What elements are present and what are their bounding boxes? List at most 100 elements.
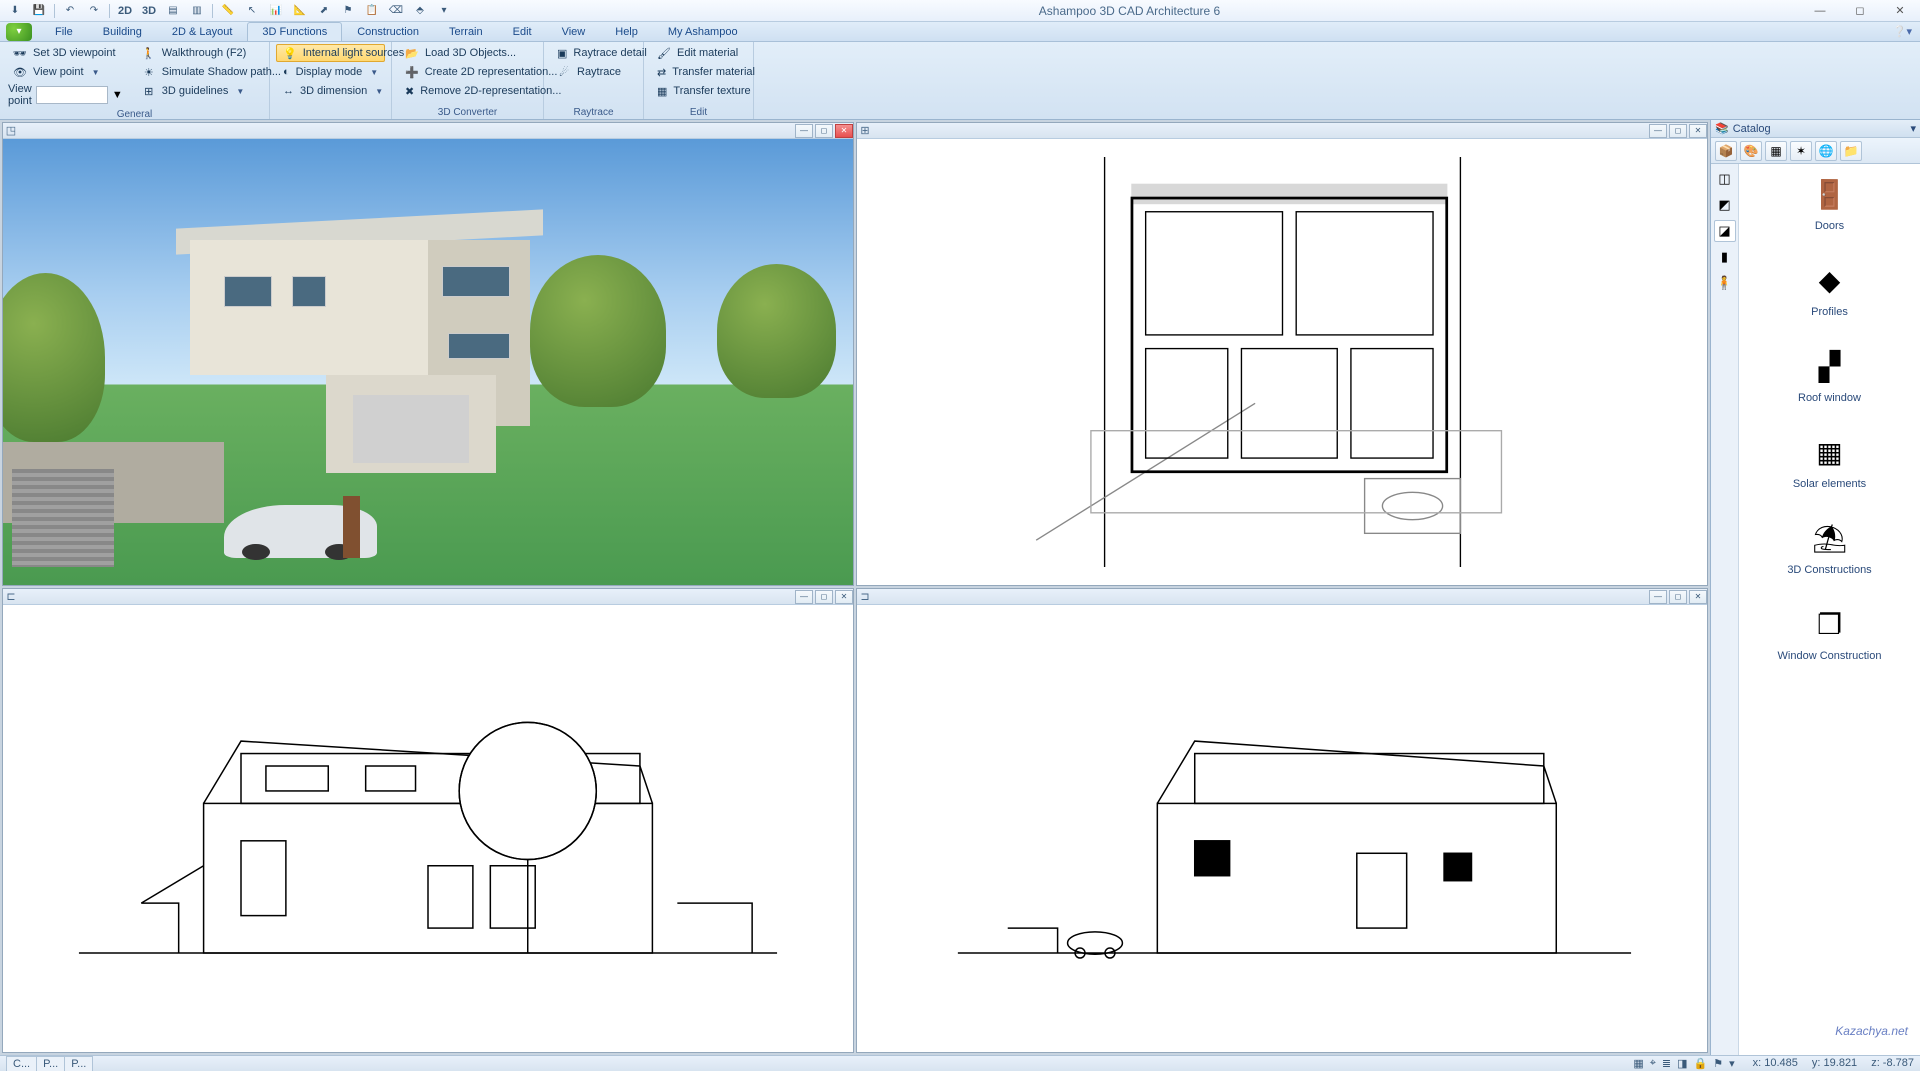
catalog-item-profiles[interactable]: ◆Profiles bbox=[1807, 260, 1853, 318]
chart-icon[interactable]: 📊 bbox=[265, 2, 287, 20]
pane-maximize-button[interactable]: ◻ bbox=[1669, 124, 1687, 138]
view3d-icon: ◳ bbox=[3, 124, 19, 137]
cat-tab-symbol-icon[interactable]: ✶ bbox=[1790, 141, 1812, 161]
help-icon[interactable]: ❔▾ bbox=[1893, 25, 1912, 38]
cat-tab-globe-icon[interactable]: 🌐 bbox=[1815, 141, 1837, 161]
cat-side-4-icon[interactable]: ▮ bbox=[1714, 246, 1736, 268]
simulate-shadow-button[interactable]: ☀Simulate Shadow path... bbox=[135, 63, 288, 81]
flag-icon[interactable]: ⚑ bbox=[337, 2, 359, 20]
catalog-item-window-construction[interactable]: ❐Window Construction bbox=[1778, 604, 1882, 662]
pane-close-button[interactable]: ✕ bbox=[1689, 124, 1707, 138]
menu-tab-construction[interactable]: Construction bbox=[342, 22, 434, 41]
catalog-menu-icon[interactable]: ▾ bbox=[1910, 122, 1916, 135]
menu-tab-2d-layout[interactable]: 2D & Layout bbox=[157, 22, 248, 41]
cat-side-5-icon[interactable]: 🧍 bbox=[1714, 272, 1736, 294]
pane-minimize-button[interactable]: — bbox=[1649, 590, 1667, 604]
walkthrough-button[interactable]: 🚶Walkthrough (F2) bbox=[135, 44, 288, 62]
viewpoint-dropdown[interactable]: 👁View point▼ bbox=[6, 63, 125, 81]
view-elev-icon[interactable]: ▥ bbox=[186, 2, 208, 20]
create-2d-rep-button[interactable]: ➕Create 2D representation... bbox=[398, 63, 537, 81]
catalog-item-roof-window[interactable]: ▞Roof window bbox=[1798, 346, 1861, 404]
measure-icon[interactable]: 📐 bbox=[289, 2, 311, 20]
cat-tab-tex-icon[interactable]: ▦ bbox=[1765, 141, 1787, 161]
minimize-button[interactable]: — bbox=[1800, 0, 1840, 22]
load-3d-objects-button[interactable]: 📂Load 3D Objects... bbox=[398, 44, 537, 62]
pane-maximize-button[interactable]: ◻ bbox=[1669, 590, 1687, 604]
raydetail-icon: ▣ bbox=[557, 46, 567, 60]
3d-guidelines-dropdown[interactable]: ⊞3D guidelines▼ bbox=[135, 82, 288, 100]
raytrace-detail-button[interactable]: ▣Raytrace detail bbox=[550, 44, 637, 62]
pane-minimize-button[interactable]: — bbox=[1649, 124, 1667, 138]
pane-minimize-button[interactable]: — bbox=[795, 124, 813, 138]
redo-icon[interactable]: ↷ bbox=[83, 2, 105, 20]
select-icon[interactable]: ⬈ bbox=[313, 2, 335, 20]
pane-close-button[interactable]: ✕ bbox=[835, 590, 853, 604]
set-3d-viewpoint-button[interactable]: 🕶Set 3D viewpoint bbox=[6, 44, 125, 62]
menu-tab-terrain[interactable]: Terrain bbox=[434, 22, 498, 41]
catalog-item-3d-constructions[interactable]: ⛱3D Constructions bbox=[1787, 518, 1871, 576]
catalog-item-doors[interactable]: 🚪Doors bbox=[1807, 174, 1853, 232]
view-2d-icon[interactable]: 2D bbox=[114, 2, 136, 20]
cursor-icon[interactable]: ↖ bbox=[241, 2, 263, 20]
status-lock-icon[interactable]: 🔒 bbox=[1694, 1057, 1708, 1070]
menu-tab-building[interactable]: Building bbox=[88, 22, 157, 41]
pane-close-button[interactable]: ✕ bbox=[1689, 590, 1707, 604]
elevation-b-canvas[interactable] bbox=[857, 605, 1707, 1051]
elevation-a-canvas[interactable] bbox=[3, 605, 853, 1051]
cat-tab-box-icon[interactable]: 📦 bbox=[1715, 141, 1737, 161]
cat-side-1-icon[interactable]: ◫ bbox=[1714, 168, 1736, 190]
catalog-item-solar-elements[interactable]: ▦Solar elements bbox=[1793, 432, 1866, 490]
menu-tab-edit[interactable]: Edit bbox=[498, 22, 547, 41]
status-tab[interactable]: C... bbox=[6, 1056, 37, 1071]
maximize-button[interactable]: ◻ bbox=[1840, 0, 1880, 22]
close-button[interactable]: ✕ bbox=[1880, 0, 1920, 22]
menu-tab-file[interactable]: File bbox=[40, 22, 88, 41]
qat-more-icon[interactable]: ▾ bbox=[433, 2, 455, 20]
status-more-icon[interactable]: ▾ bbox=[1729, 1057, 1735, 1070]
status-snap-icon[interactable]: ⌖ bbox=[1650, 1057, 1656, 1070]
transfer-material-button[interactable]: ⇄Transfer material bbox=[650, 63, 747, 81]
undo-icon[interactable]: ↶ bbox=[59, 2, 81, 20]
cat-side-3-icon[interactable]: ◪ bbox=[1714, 220, 1736, 242]
ruler-icon[interactable]: 📏 bbox=[217, 2, 239, 20]
remove-2d-rep-button[interactable]: ✖Remove 2D-representation... bbox=[398, 82, 537, 100]
menu-tab-view[interactable]: View bbox=[547, 22, 601, 41]
status-flag-icon[interactable]: ⚑ bbox=[1713, 1057, 1723, 1070]
menu-tab-help[interactable]: Help bbox=[600, 22, 653, 41]
status-grid-icon[interactable]: ▦ bbox=[1633, 1057, 1643, 1070]
view-3d-icon[interactable]: 3D bbox=[138, 2, 160, 20]
viewpoint-input-dd[interactable]: ▼ bbox=[112, 89, 123, 101]
app-menu-icon[interactable]: ⬇ bbox=[4, 2, 26, 20]
catalog-list[interactable]: 🚪Doors ◆Profiles ▞Roof window ▦Solar elemen… bbox=[1739, 164, 1920, 1055]
save-icon[interactable]: 💾 bbox=[28, 2, 50, 20]
cat-tab-mats-icon[interactable]: 🎨 bbox=[1740, 141, 1762, 161]
plan-canvas[interactable] bbox=[857, 139, 1707, 585]
app-orb-button[interactable]: ▾ bbox=[6, 23, 32, 41]
view-section-icon[interactable]: ▤ bbox=[162, 2, 184, 20]
status-tab[interactable]: P... bbox=[64, 1056, 93, 1071]
pane-maximize-button[interactable]: ◻ bbox=[815, 590, 833, 604]
display-mode-dropdown[interactable]: ◐Display mode▼ bbox=[276, 63, 385, 81]
raytrace-button[interactable]: ☄Raytrace bbox=[550, 63, 637, 81]
menu-tab-my-ashampoo[interactable]: My Ashampoo bbox=[653, 22, 753, 41]
status-layers-icon[interactable]: ≣ bbox=[1662, 1057, 1671, 1070]
clipboard-icon[interactable]: 📋 bbox=[361, 2, 383, 20]
internal-light-sources-button[interactable]: 💡Internal light sources bbox=[276, 44, 385, 62]
pane-minimize-button[interactable]: — bbox=[795, 590, 813, 604]
transfer-texture-button[interactable]: ▦Transfer texture bbox=[650, 82, 747, 100]
status-tab[interactable]: P... bbox=[36, 1056, 65, 1071]
cat-tab-folder-icon[interactable]: 📁 bbox=[1840, 141, 1862, 161]
status-y: y: 19.821 bbox=[1812, 1057, 1857, 1069]
pane-maximize-button[interactable]: ◻ bbox=[815, 124, 833, 138]
menu-tab-3d-functions[interactable]: 3D Functions bbox=[247, 22, 342, 41]
status-bar: C...P...P... ▦ ⌖ ≣ ◨ 🔒 ⚑ ▾ x: 10.485 y: … bbox=[0, 1055, 1920, 1071]
eraser-icon[interactable]: ⌫ bbox=[385, 2, 407, 20]
drop-icon[interactable]: ⬘ bbox=[409, 2, 431, 20]
pane-close-button[interactable]: ✕ bbox=[835, 124, 853, 138]
cat-side-2-icon[interactable]: ◩ bbox=[1714, 194, 1736, 216]
viewpoint-input[interactable] bbox=[36, 86, 108, 104]
edit-material-button[interactable]: 🖌Edit material bbox=[650, 44, 747, 62]
status-view-icon[interactable]: ◨ bbox=[1677, 1057, 1687, 1070]
render-canvas[interactable] bbox=[3, 139, 853, 585]
3d-dimension-dropdown[interactable]: ↔3D dimension▼ bbox=[276, 82, 385, 100]
